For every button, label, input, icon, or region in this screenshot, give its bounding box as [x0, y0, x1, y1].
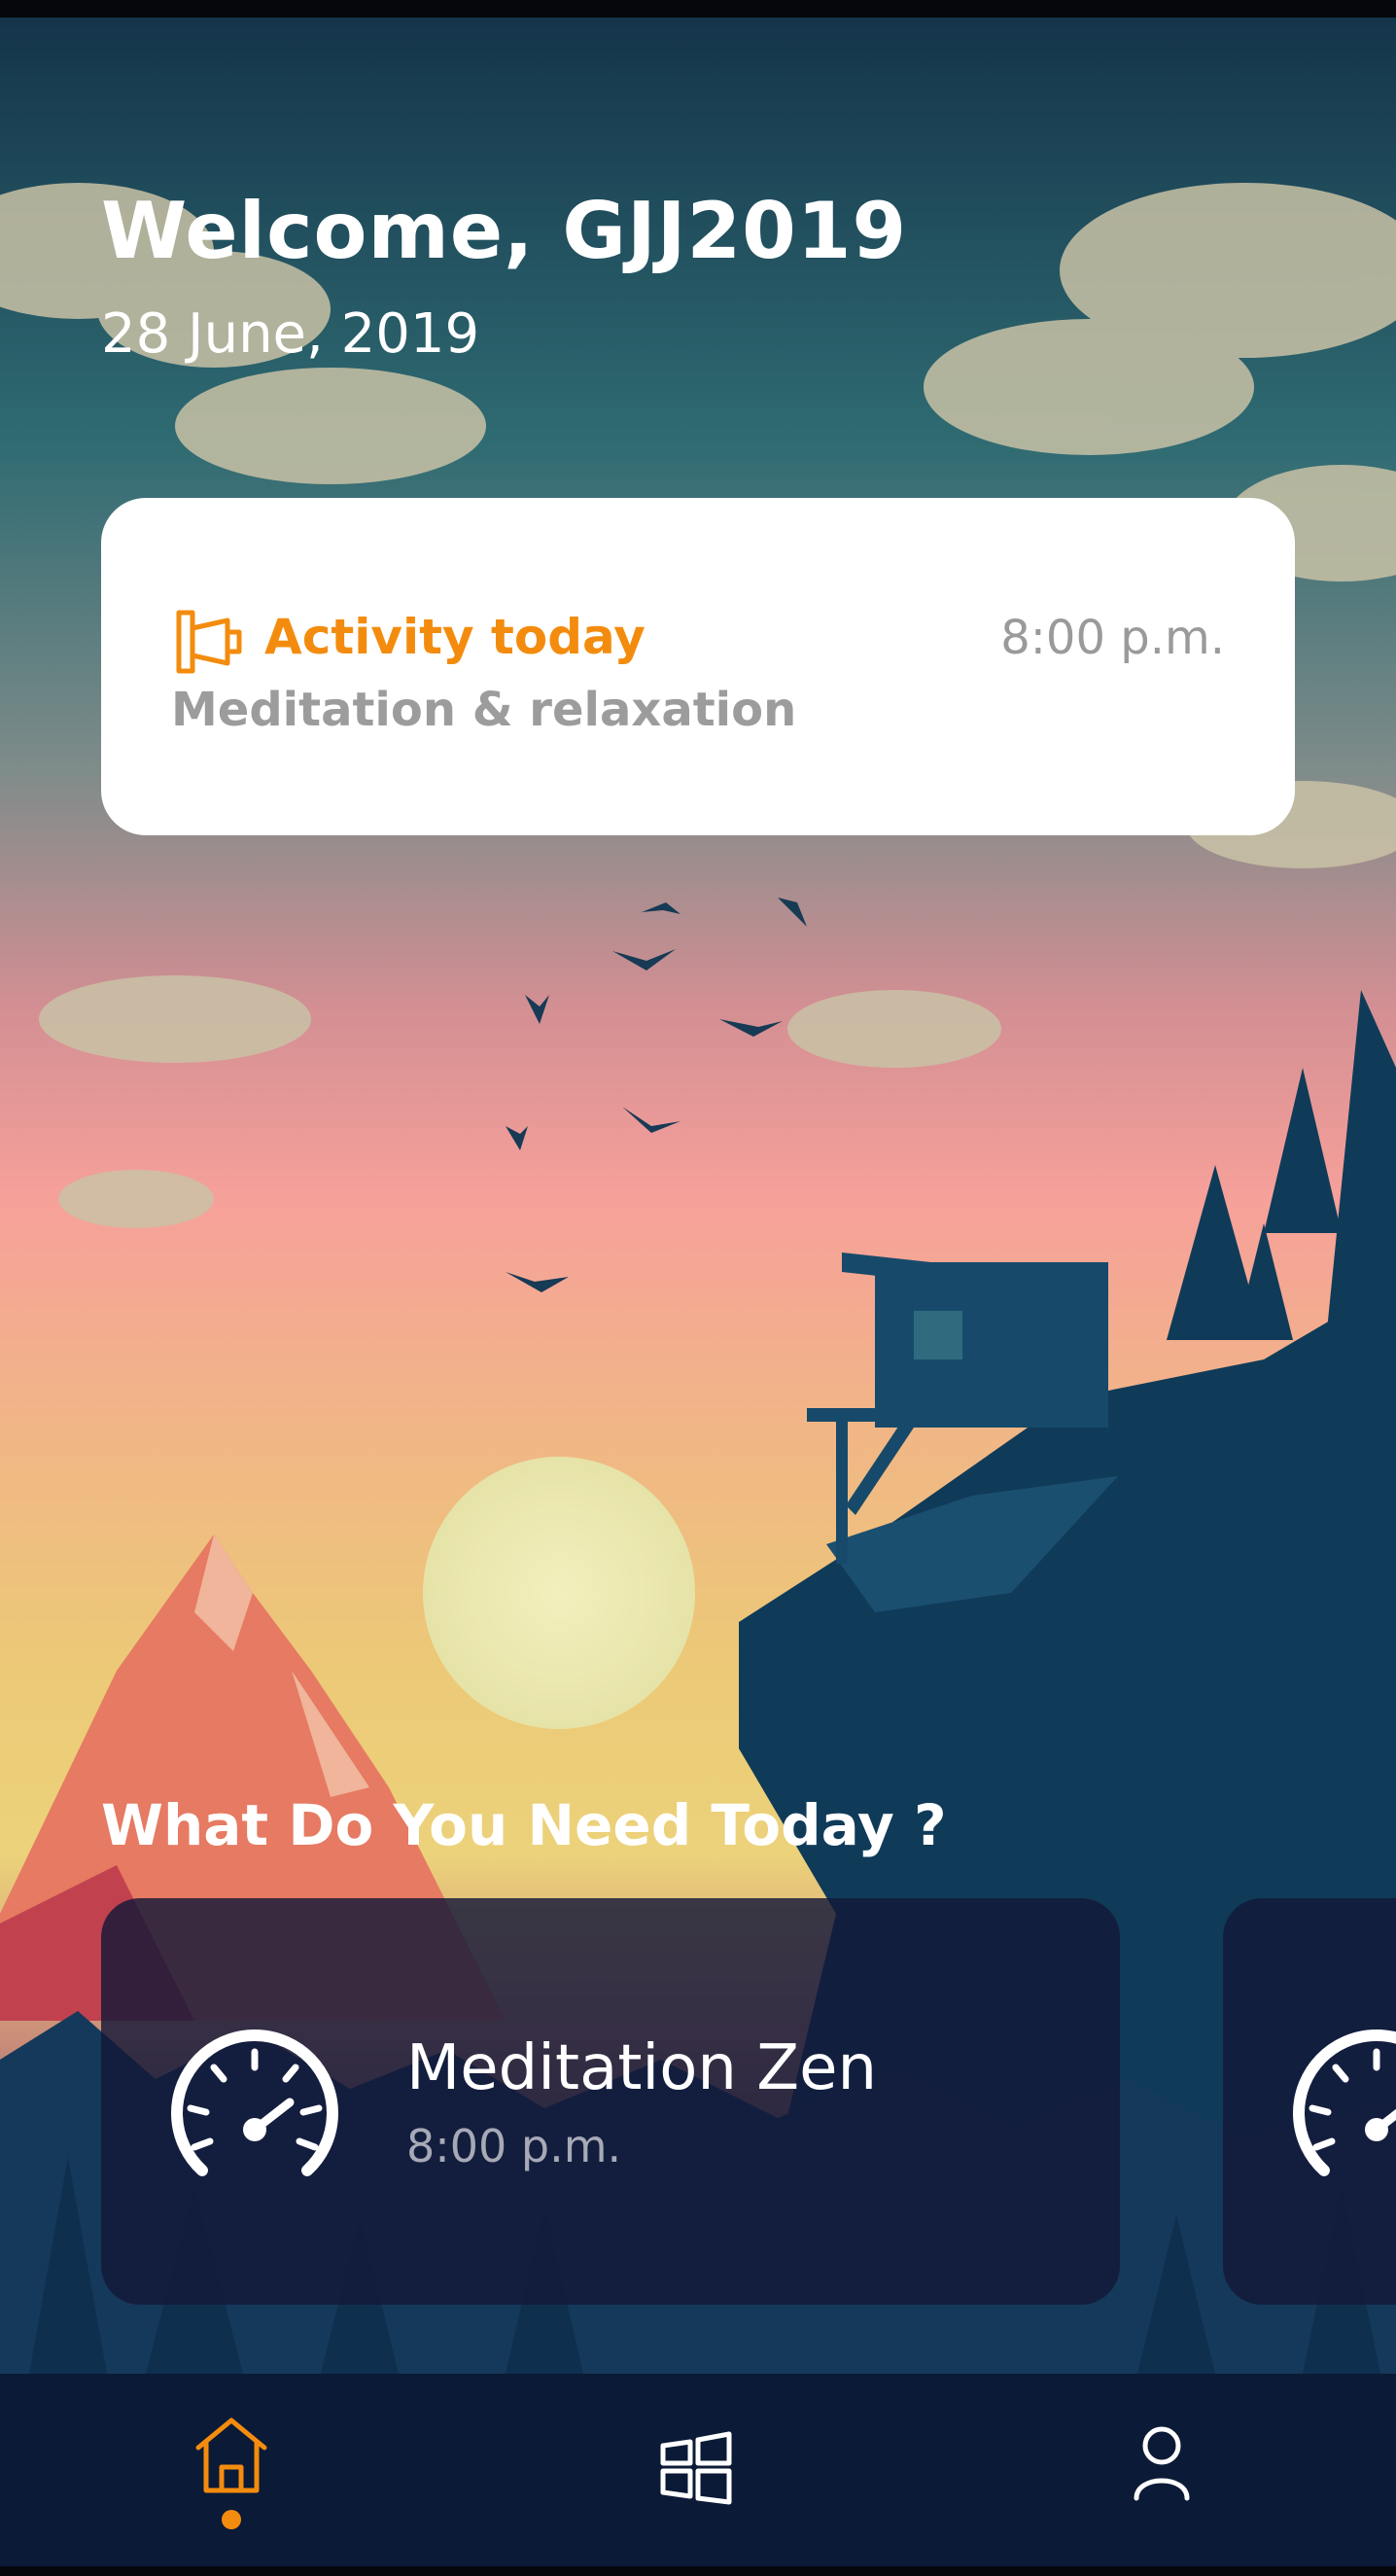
current-date: 28 June, 2019 [101, 302, 480, 366]
section-title: What Do You Need Today ? [101, 1792, 947, 1858]
grid-icon [660, 2431, 732, 2505]
activity-today-card[interactable]: Activity today 8:00 p.m. Meditation & re… [101, 498, 1295, 835]
active-indicator [222, 2510, 241, 2529]
welcome-title: Welcome, GJJ2019 [101, 186, 908, 276]
app-screen: Welcome, GJJ2019 28 June, 2019 Activity … [0, 0, 1396, 2576]
nav-grid[interactable] [465, 2374, 929, 2566]
megaphone-icon [176, 610, 242, 674]
nav-home[interactable] [0, 2374, 465, 2566]
speedometer-icon [1293, 2029, 1396, 2176]
welcome-header: Welcome, GJJ2019 28 June, 2019 [101, 193, 907, 362]
card-title: Meditation Zen [406, 2032, 878, 2104]
activity-title: Activity today [264, 609, 646, 665]
activity-time: 8:00 p.m. [1000, 611, 1225, 665]
bottom-navigation [0, 2374, 1396, 2566]
card-time: 8:00 p.m. [406, 2120, 622, 2172]
carousel-card-meditation-zen[interactable]: Meditation Zen 8:00 p.m. [101, 1898, 1120, 2305]
status-bar [0, 0, 1396, 18]
speedometer-icon [171, 2029, 338, 2176]
nav-profile[interactable] [929, 2374, 1394, 2566]
carousel-card-next[interactable] [1223, 1898, 1396, 2305]
profile-icon [1134, 2426, 1190, 2501]
home-icon [195, 2417, 267, 2493]
system-nav-strip [0, 2566, 1396, 2576]
activity-subtitle: Meditation & relaxation [171, 683, 797, 737]
